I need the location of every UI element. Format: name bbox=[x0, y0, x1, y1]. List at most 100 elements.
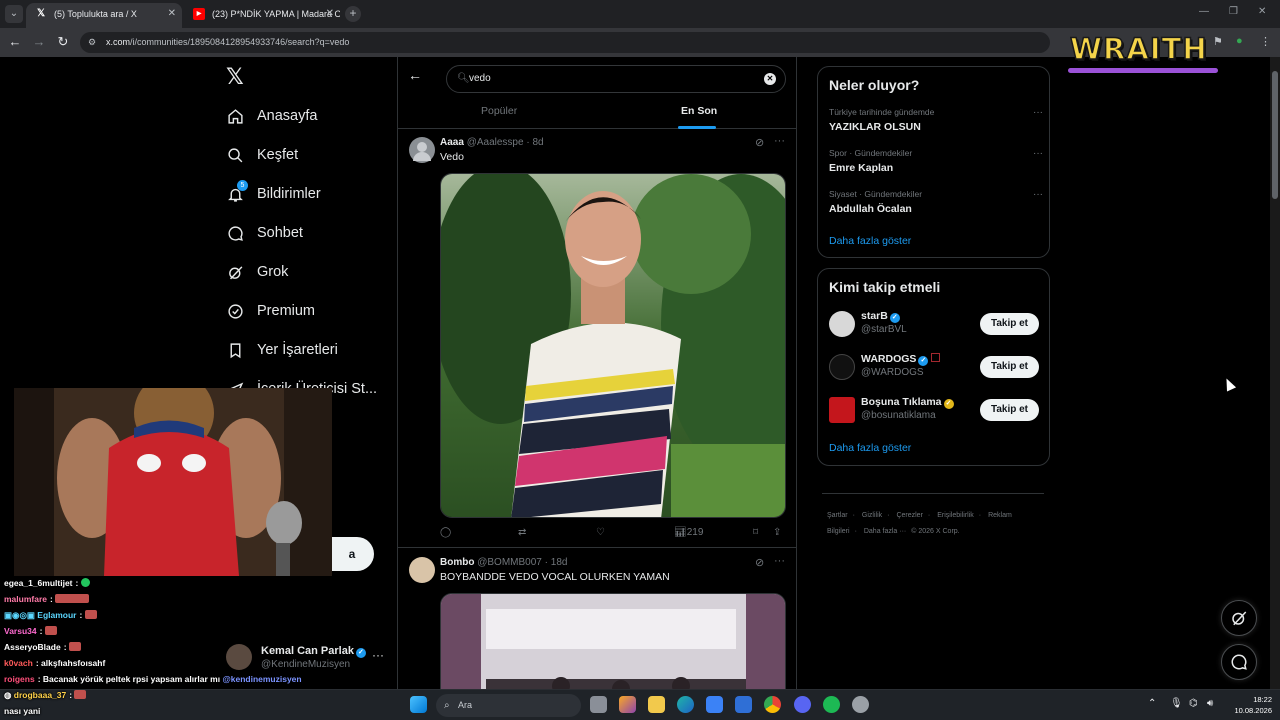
post-item[interactable]: Bombo @BOMMB007 · 18d ⊘ ··· BOYBANDDE VE… bbox=[398, 549, 796, 697]
footer-link[interactable]: Çerezler bbox=[896, 512, 922, 519]
microphone-icon[interactable]: 🎙︎ bbox=[1170, 698, 1183, 709]
browser-tab-x[interactable]: 𝕏 (5) Toplulukta ara / X ✕ bbox=[26, 3, 182, 28]
profile-icon[interactable]: ● bbox=[1236, 35, 1243, 47]
mail-icon[interactable] bbox=[735, 696, 752, 713]
task-view-icon[interactable] bbox=[590, 696, 607, 713]
avatar[interactable] bbox=[829, 397, 855, 423]
follow-suggestion[interactable]: Boşuna Tıklama ✓ @bosunatiklama Takip et bbox=[829, 395, 1041, 425]
network-icon[interactable]: ⌬ bbox=[1189, 698, 1198, 709]
nav-item-notifications[interactable]: 5 Bildirimler bbox=[226, 179, 321, 209]
chrome-icon[interactable] bbox=[764, 696, 781, 713]
back-arrow-icon[interactable]: ← bbox=[408, 67, 422, 83]
forward-icon[interactable]: → bbox=[31, 34, 47, 50]
repost-icon[interactable]: ⇄ bbox=[518, 527, 526, 538]
follow-button[interactable]: Takip et bbox=[980, 399, 1039, 421]
nav-label: Premium bbox=[257, 303, 316, 319]
trend-item[interactable]: Spor · Gündemdekiler Emre Kaplan ··· bbox=[829, 148, 1043, 174]
store-icon[interactable] bbox=[706, 696, 723, 713]
more-icon[interactable]: ··· bbox=[1033, 107, 1043, 118]
footer-link[interactable]: Şartlar bbox=[827, 512, 848, 519]
share-icon[interactable]: ⇪ bbox=[773, 527, 781, 538]
settings-icon[interactable] bbox=[852, 696, 869, 713]
avatar[interactable] bbox=[409, 137, 435, 163]
footer-link[interactable]: Gizlilik bbox=[862, 512, 882, 519]
trend-item[interactable]: Siyaset · Gündemdekiler Abdullah Öcalan … bbox=[829, 189, 1043, 215]
post-time[interactable]: 8d bbox=[532, 137, 543, 148]
mouse-cursor-icon bbox=[1221, 376, 1237, 392]
post-image[interactable] bbox=[440, 173, 786, 518]
clear-search-icon[interactable]: ✕ bbox=[764, 73, 776, 85]
footer-link[interactable]: Daha fazla ··· bbox=[864, 528, 906, 535]
close-tab-icon[interactable]: ✕ bbox=[168, 3, 176, 25]
discord-icon[interactable] bbox=[794, 696, 811, 713]
more-icon[interactable]: ··· bbox=[774, 135, 785, 147]
browser-tab-youtube[interactable]: ▶ (23) P*NDİK YAPMA | Madara O ✕ bbox=[184, 3, 340, 28]
back-icon[interactable]: ← bbox=[7, 34, 23, 50]
suggestion-name-text: Boşuna Tıklama bbox=[861, 396, 942, 408]
spotify-icon[interactable] bbox=[823, 696, 840, 713]
windows-start-icon[interactable] bbox=[410, 696, 427, 713]
copilot-icon[interactable] bbox=[619, 696, 636, 713]
new-tab-button[interactable]: + bbox=[345, 6, 361, 22]
avatar[interactable] bbox=[409, 557, 435, 583]
author-name[interactable]: Aaaa bbox=[440, 137, 464, 148]
nav-item-home[interactable]: Anasayfa bbox=[226, 101, 317, 131]
post-video[interactable] bbox=[440, 593, 786, 697]
suggestion-name: starB ✓ bbox=[861, 310, 900, 323]
clock[interactable]: 18:22 10.08.2026 bbox=[1230, 694, 1272, 716]
reply-icon[interactable]: ◯ bbox=[440, 527, 451, 538]
reload-icon[interactable]: ↻ bbox=[55, 34, 71, 50]
views-icon[interactable]: 📊︎ 219 bbox=[674, 527, 703, 538]
follow-suggestion[interactable]: WARDOGS ✓ @WARDOGS Takip et bbox=[829, 352, 1041, 382]
avatar[interactable] bbox=[829, 354, 855, 380]
close-window-icon[interactable]: ✕ bbox=[1258, 6, 1266, 17]
search-input[interactable]: 🔍︎ vedo ✕ bbox=[446, 65, 786, 93]
nav-item-bookmarks[interactable]: Yer İşaretleri bbox=[226, 335, 338, 365]
nav-item-explore[interactable]: Keşfet bbox=[226, 140, 298, 170]
page-scrollbar[interactable] bbox=[1270, 57, 1280, 689]
follow-button[interactable]: Takip et bbox=[980, 313, 1039, 335]
minimize-icon[interactable]: — bbox=[1199, 6, 1209, 17]
follow-suggestion[interactable]: starB ✓ @starBVL Takip et bbox=[829, 309, 1041, 339]
author-name[interactable]: Bombo bbox=[440, 557, 474, 568]
post-item[interactable]: Aaaa @Aaalesspe · 8d ⊘ ··· Vedo ◯ ⇄ ♡ 📊︎… bbox=[398, 129, 796, 548]
grok-icon[interactable]: ⊘ bbox=[755, 136, 764, 149]
like-icon[interactable]: ♡ bbox=[596, 527, 605, 538]
tab-latest[interactable]: En Son bbox=[681, 105, 717, 117]
more-icon[interactable]: ··· bbox=[774, 555, 785, 567]
grok-icon[interactable]: ⊘ bbox=[755, 556, 764, 569]
avatar[interactable] bbox=[829, 311, 855, 337]
file-explorer-icon[interactable] bbox=[648, 696, 665, 713]
volume-icon[interactable]: 🔊︎ bbox=[1207, 698, 1213, 709]
url-field[interactable]: ⚙ x.com/i/communities/189508412895493374… bbox=[80, 32, 1050, 53]
bookmark-icon[interactable]: ⌑ bbox=[753, 527, 758, 538]
nav-item-premium[interactable]: Premium bbox=[226, 296, 315, 326]
nav-item-grok[interactable]: Grok bbox=[226, 257, 288, 287]
follow-button[interactable]: Takip et bbox=[980, 356, 1039, 378]
post-button[interactable]: a bbox=[330, 537, 374, 571]
trends-show-more-link[interactable]: Daha fazla göster bbox=[829, 235, 911, 247]
x-logo-icon[interactable]: 𝕏 bbox=[226, 65, 244, 90]
tray-overflow-icon[interactable]: ⌃ bbox=[1148, 698, 1156, 709]
follow-show-more-link[interactable]: Daha fazla göster bbox=[829, 442, 911, 454]
post-time[interactable]: 18d bbox=[551, 557, 568, 568]
search-icon: 🔍︎ bbox=[457, 73, 470, 84]
messages-floating-button[interactable] bbox=[1221, 644, 1257, 680]
more-icon[interactable]: ··· bbox=[1033, 148, 1043, 159]
tab-search-icon[interactable]: ⌄ bbox=[5, 5, 23, 23]
maximize-icon[interactable]: ❐ bbox=[1229, 6, 1238, 17]
tab-popular[interactable]: Popüler bbox=[481, 105, 517, 117]
trend-item[interactable]: Türkiye tarihinde gündemde YAZIKLAR OLSU… bbox=[829, 107, 1043, 133]
author-handle: @BOMMB007 bbox=[477, 557, 542, 568]
more-icon[interactable]: ··· bbox=[1033, 189, 1043, 200]
footer-link[interactable]: Erişilebilirlik bbox=[937, 512, 974, 519]
close-tab-icon[interactable]: ✕ bbox=[326, 3, 334, 25]
taskbar-search[interactable]: ⌕ Ara bbox=[436, 694, 581, 717]
grok-floating-button[interactable] bbox=[1221, 600, 1257, 636]
nav-item-chat[interactable]: Sohbet bbox=[226, 218, 303, 248]
more-icon[interactable]: ··· bbox=[372, 648, 384, 662]
menu-dots-icon[interactable]: ⋮ bbox=[1260, 35, 1271, 48]
edge-icon[interactable] bbox=[677, 696, 694, 713]
scrollbar-thumb[interactable] bbox=[1272, 71, 1278, 199]
site-info-icon[interactable]: ⚙ bbox=[88, 37, 99, 48]
